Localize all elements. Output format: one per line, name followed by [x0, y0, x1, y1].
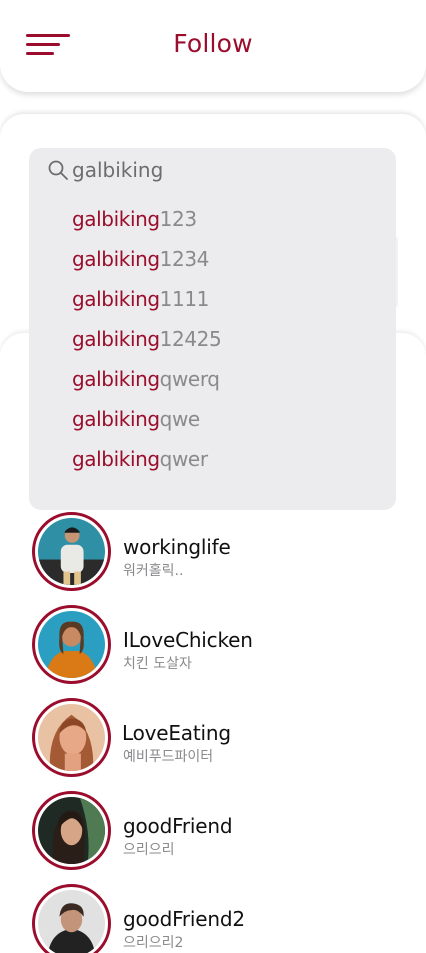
suggestion-item[interactable]: galbiking12425	[72, 326, 222, 366]
suggestion-item[interactable]: galbiking123	[72, 206, 221, 246]
suggestion-match: galbiking	[72, 447, 160, 471]
avatar[interactable]	[32, 884, 111, 953]
user-list-item[interactable]: workinglife 워커홀릭..	[0, 512, 426, 605]
user-name: goodFriend	[123, 814, 233, 838]
suggestion-rest: 12425	[159, 327, 222, 351]
suggestion-item[interactable]: galbikingqwerq	[72, 366, 221, 406]
user-subtitle: 으리으리2	[123, 935, 184, 951]
user-name: workinglife	[123, 535, 231, 559]
suggestion-item[interactable]: galbikingqwe	[72, 406, 221, 446]
user-list-item[interactable]: LoveEating 예비푸드파이터	[0, 698, 426, 791]
user-list: workinglife 워커홀릭.. ILoveChicken 치킨 도살자 L…	[0, 512, 426, 953]
page-title: Follow	[173, 29, 253, 58]
user-list-item[interactable]: ILoveChicken 치킨 도살자	[0, 605, 426, 698]
search-bar[interactable]	[47, 157, 372, 183]
suggestion-match: galbiking	[72, 247, 160, 271]
avatar[interactable]	[32, 605, 111, 684]
search-dropdown: galbiking123 galbiking1234 galbiking1111…	[29, 148, 396, 510]
suggestion-rest: qwerq	[159, 367, 220, 391]
suggestion-match: galbiking	[72, 407, 160, 431]
avatar[interactable]	[32, 512, 111, 591]
user-subtitle: 치킨 도살자	[123, 656, 192, 672]
user-list-item[interactable]: goodFriend2 으리으리2	[0, 884, 426, 953]
user-name: goodFriend2	[123, 907, 245, 931]
suggestion-item[interactable]: galbiking1111	[72, 286, 221, 326]
user-list-item[interactable]: goodFriend 으리으리	[0, 791, 426, 884]
suggestion-item[interactable]: galbikingqwer	[72, 446, 221, 486]
suggestion-rest: qwer	[159, 447, 208, 471]
suggestion-item[interactable]: galbiking1234	[72, 246, 221, 286]
user-subtitle: 으리으리	[123, 842, 175, 858]
suggestion-match: galbiking	[72, 327, 160, 351]
user-subtitle: 워커홀릭..	[123, 563, 184, 579]
suggestion-match: galbiking	[72, 207, 160, 231]
user-name: LoveEating	[122, 721, 231, 745]
user-subtitle: 예비푸드파이터	[123, 749, 214, 765]
suggestion-rest: 1111	[159, 287, 210, 311]
suggestion-rest: 1234	[159, 247, 210, 271]
search-input[interactable]	[72, 158, 372, 182]
suggestion-rest: qwe	[159, 407, 201, 431]
avatar[interactable]	[32, 698, 111, 777]
suggestion-list: galbiking123 galbiking1234 galbiking1111…	[72, 206, 222, 486]
avatar[interactable]	[32, 791, 111, 870]
suggestion-match: galbiking	[72, 367, 160, 391]
user-name: ILoveChicken	[123, 628, 253, 652]
suggestion-rest: 123	[159, 207, 197, 231]
app-header: Follow	[0, 0, 426, 92]
suggestion-match: galbiking	[72, 287, 160, 311]
search-icon	[48, 160, 68, 180]
